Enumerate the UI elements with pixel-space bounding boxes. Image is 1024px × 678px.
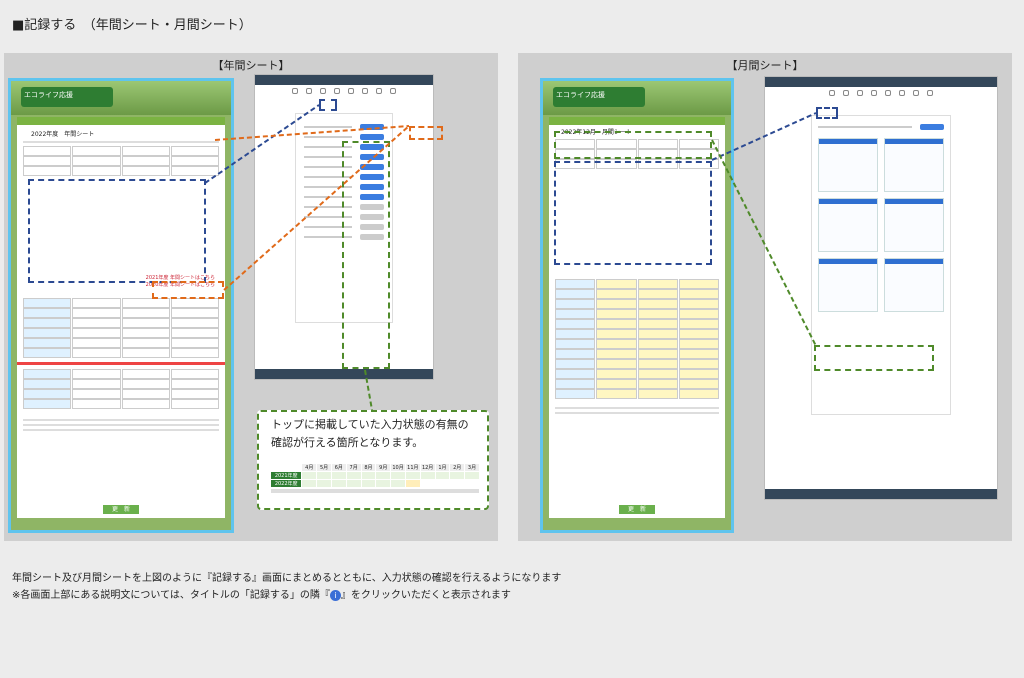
status-check-callout: トップに掲載していた入力状態の有無の確認が行える箇所となります。 4月 5月 6月 7… [257, 410, 489, 510]
status-mini-table: 4月 5月 6月 7月 8月 9月 10月 11月 12月 1月 2月 3月 2021年度 2022年… [271, 464, 479, 493]
footer-explanation: 年間シート及び月間シートを上図のように『記録する』画面にまとめるとともに、入力状… [12, 570, 561, 604]
footer-line-1: 年間シート及び月間シートを上図のように『記録する』画面にまとめるとともに、入力状… [12, 573, 562, 584]
row-2022: 2022年度 [271, 480, 302, 487]
callout-text: トップに掲載していた入力状態の有無の確認が行える箇所となります。 [271, 418, 469, 449]
row-2021: 2021年度 [271, 472, 302, 479]
month-col: 4月 [302, 464, 317, 471]
footer-line-2: ※各画面上部にある説明文については、タイトルの「記録する」の隣『 i 』をクリックい… [12, 589, 511, 601]
info-icon: i [329, 589, 341, 601]
